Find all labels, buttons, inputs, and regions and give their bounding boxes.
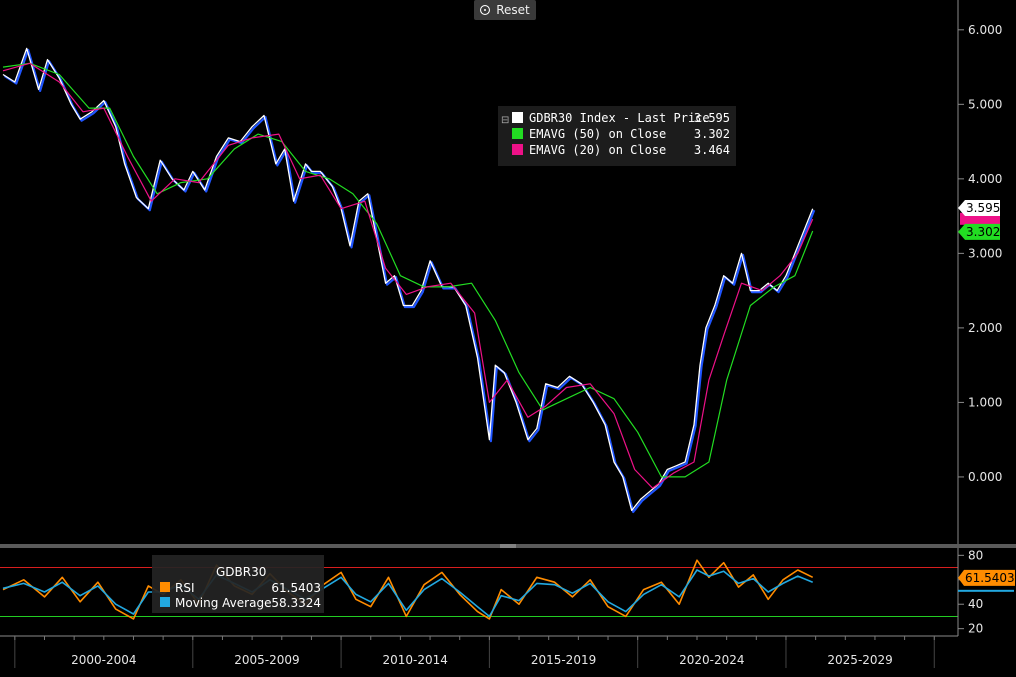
main-plot: [0, 0, 958, 544]
period-label: 2025-2029: [827, 653, 892, 667]
rsi-legend-swatch-1: [160, 597, 170, 607]
rsi-legend-label-0: RSI: [175, 581, 195, 595]
radio-dot-icon: [480, 5, 491, 15]
y-tick-label: 1.000: [968, 395, 1002, 409]
y-tick-label: 4.000: [968, 172, 1002, 186]
chart-canvas: 6.0005.0004.0003.0002.0001.0000.000 8060…: [0, 0, 1016, 668]
rsi-ma-tag: [958, 589, 1014, 592]
period-label: 2005-2009: [234, 653, 299, 667]
y-tick-label: 6.000: [968, 23, 1002, 37]
rsi-value-tag: 61.5403: [958, 569, 1015, 592]
legend-swatch-2: [512, 144, 523, 155]
rsi-y-axis: 80604020: [958, 548, 983, 636]
rsi-series-line-1: [2, 569, 814, 618]
rsi-plot: [0, 559, 958, 620]
period-label: 2020-2024: [679, 653, 744, 667]
rsi-grid: [0, 567, 958, 617]
rsi-legend-title: GDBR30: [216, 565, 266, 579]
y-tick-label: 5.000: [968, 97, 1002, 111]
reset-button-label: Reset: [496, 3, 530, 17]
period-label: 2015-2019: [531, 653, 596, 667]
rsi-legend-value-1: 58.3324: [271, 596, 321, 610]
rsi-legend-label-1: Moving Average: [175, 596, 271, 610]
price-tags: 3.595 3.302: [958, 200, 1000, 240]
rsi-tag-label: 61.5403: [965, 571, 1015, 585]
y-tick-label: 3.000: [968, 246, 1002, 260]
y-tick-label: 0.000: [968, 470, 1002, 484]
rsi-series-line-0: [2, 559, 814, 620]
rsi-legend-value-0: 61.5403: [271, 581, 321, 595]
period-label: 2000-2004: [71, 653, 136, 667]
legend-value-0: 3.595: [694, 111, 730, 125]
y-tick-label: 2.000: [968, 321, 1002, 335]
legend-label-0: GDBR30 Index - Last Price: [529, 111, 710, 125]
legend-label-2: EMAVG (20) on Close: [529, 143, 666, 157]
legend-collapse-icon[interactable]: ⊟: [501, 115, 509, 126]
price-tag-label-0: 3.595: [966, 201, 1000, 215]
period-label: 2010-2014: [383, 653, 448, 667]
rsi-legend-swatch-0: [160, 582, 170, 592]
legend-value-2: 3.464: [694, 143, 730, 157]
reset-button[interactable]: Reset: [474, 0, 536, 20]
legend-label-1: EMAVG (50) on Close: [529, 127, 666, 141]
legend-swatch-1: [512, 128, 523, 139]
rsi-y-tick-label: 40: [968, 597, 983, 611]
main-legend: ⊟ GDBR30 Index - Last Price3.595 EMAVG (5…: [498, 106, 736, 166]
rsi-legend: GDBR30 RSI 61.5403Moving Average 58.3324: [152, 555, 324, 613]
rsi-series: [2, 559, 814, 620]
legend-swatch-0: [512, 112, 523, 123]
price-tag-label-1: 3.302: [966, 225, 1000, 239]
legend-value-1: 3.302: [694, 127, 730, 141]
rsi-y-tick-label: 20: [968, 622, 983, 636]
x-axis-periods: 2000-2004 2005-2009 2010-2014 2015-2019 2020…: [14, 636, 935, 668]
rsi-y-tick-label: 80: [968, 548, 983, 562]
main-y-axis: 6.000 5.000 4.000 3.000 2.000 1.000 0.000: [958, 23, 1002, 484]
